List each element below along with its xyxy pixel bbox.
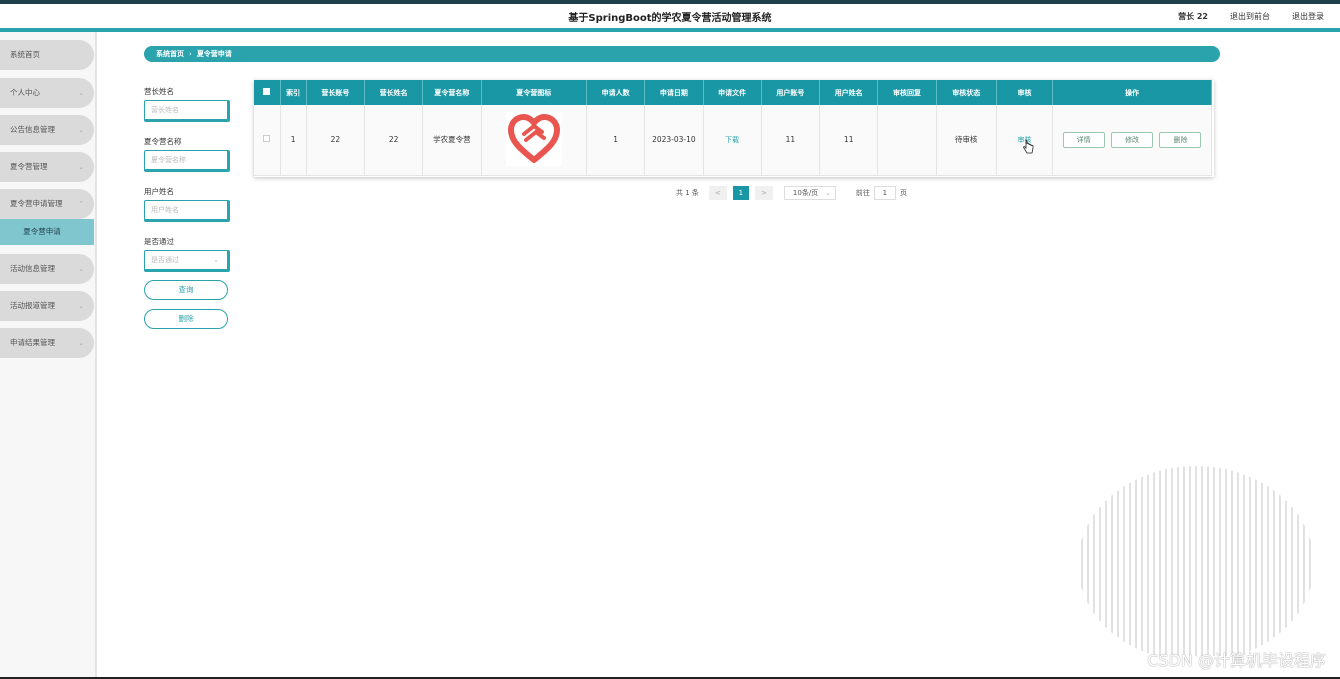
filter-label-passed: 是否通过 [144,237,174,246]
cell-camp-name: 学农夏令营 [422,105,482,176]
cell-user-name: 11 [819,105,879,176]
cell-index: 1 [280,105,307,176]
sidebar: 系统首页 个人中心 ⌄ 公告信息管理 ⌄ 夏令营管理 ⌄ 夏令营申请管理 ⌃ 夏令营申请… [0,32,97,677]
col-leader-name: 营长姓名 [364,80,424,105]
chevron-down-icon: ⌄ [78,89,84,97]
col-index: 索引 [280,80,307,105]
col-audit: 审核 [996,80,1054,105]
camp-name-input[interactable]: 夏令营名称 [144,150,230,172]
sidebar-item-notice[interactable]: 公告信息管理 ⌄ [0,115,94,145]
filter-label-leader-name: 营长姓名 [144,87,174,96]
filter-label-camp-name: 夏令营名称 [144,137,182,146]
pagination: 共 1 条 < 1 > 10条/页 ⌄ 前往 1 页 [676,186,907,200]
cell-leader-name: 22 [364,105,424,176]
passed-select[interactable]: 是否通过 ⌄ [144,250,230,272]
col-user-account: 用户账号 [761,80,821,105]
cell-camp-icon [481,105,588,176]
cell-operations: 详情 修改 删除 [1052,105,1212,176]
col-operations: 操作 [1052,80,1212,105]
chevron-down-icon: ⌄ [78,163,84,171]
page-size-select[interactable]: 10条/页 ⌄ [783,186,836,200]
cell-file: 下载 [703,105,762,176]
current-user: 营长 22 [1178,12,1208,21]
col-applicants: 申请人数 [586,80,646,105]
row-delete-button[interactable]: 删除 [1159,131,1202,148]
col-camp-icon: 夏令营图标 [481,80,588,105]
header-underline [0,28,1340,32]
chevron-up-icon: ⌃ [78,200,84,208]
delete-button[interactable]: 删除 [144,309,228,329]
cell-leader-account: 22 [306,105,365,176]
breadcrumb-home[interactable]: 系统首页 [156,50,184,58]
breadcrumb: 系统首页 › 夏令营申请 [144,46,1220,62]
hand-cursor-icon [1023,140,1034,154]
select-all-checkbox[interactable] [254,80,281,105]
table-row: 1 22 22 学农夏令营 1 2023-03-10 下载 11 11 待审核 … [254,105,1212,176]
goto-page-input[interactable]: 1 [873,186,896,200]
query-button[interactable]: 查询 [144,280,228,300]
sidebar-item-report[interactable]: 活动报道管理 ⌄ [0,291,94,321]
user-name-input[interactable]: 用户姓名 [144,200,230,222]
chevron-down-icon: ⌄ [78,339,84,347]
table-header-row: 索引 营长账号 营长姓名 夏令营名称 夏令营图标 申请人数 申请日期 申请文件 … [254,80,1212,105]
breadcrumb-separator: › [189,50,192,58]
chevron-down-icon: ⌄ [825,189,831,197]
col-apply-date: 申请日期 [644,80,704,105]
chevron-down-icon: ⌄ [213,256,219,264]
col-file: 申请文件 [703,80,762,105]
leader-name-input[interactable]: 营长姓名 [144,100,230,122]
sidebar-item-home[interactable]: 系统首页 [0,40,94,70]
next-page-button[interactable]: > [754,186,773,200]
page-number-button[interactable]: 1 [732,186,749,200]
download-link[interactable]: 下载 [725,136,739,144]
data-table: 索引 营长账号 营长姓名 夏令营名称 夏令营图标 申请人数 申请日期 申请文件 … [254,80,1214,177]
row-checkbox[interactable] [254,105,281,176]
goto-unit: 页 [899,189,907,197]
cell-user-account: 11 [761,105,821,176]
cell-status: 待审核 [936,105,997,176]
sidebar-item-activity[interactable]: 活动信息管理 ⌄ [0,254,94,284]
header: 基于SpringBoot的学农夏令营活动管理系统 营长 22 退出到前台 退出登… [0,4,1340,28]
heart-hands-icon [505,111,562,166]
sidebar-item-camp[interactable]: 夏令营管理 ⌄ [0,152,94,182]
col-status: 审核状态 [936,80,997,105]
col-camp-name: 夏令营名称 [422,80,482,105]
cell-applicants: 1 [586,105,646,176]
filter-label-user-name: 用户姓名 [144,187,174,196]
col-reply: 审核回复 [877,80,937,105]
cell-reply [877,105,937,176]
to-front-link[interactable]: 退出到前台 [1230,11,1270,22]
sidebar-item-camp-apply[interactable]: 夏令营申请管理 ⌃ [0,189,94,219]
breadcrumb-current: 夏令营申请 [196,50,232,58]
logout-link[interactable]: 退出登录 [1292,11,1324,22]
chevron-down-icon: ⌄ [78,126,84,134]
pagination-total: 共 1 条 [676,189,699,197]
prev-page-button[interactable]: < [708,186,727,200]
watermark: CSDN @计算机毕设程序 [1147,651,1326,670]
header-actions: 营长 22 退出到前台 退出登录 [1178,11,1324,22]
sidebar-item-profile[interactable]: 个人中心 ⌄ [0,78,94,108]
sidebar-subitem-camp-apply[interactable]: 夏令营申请 [0,219,94,245]
goto-label: 前往 [855,189,870,197]
col-user-name: 用户姓名 [819,80,879,105]
decorative-striped-circle [1081,466,1311,656]
chevron-down-icon: ⌄ [78,302,84,310]
detail-button[interactable]: 详情 [1062,131,1105,148]
edit-button[interactable]: 修改 [1111,131,1154,148]
cell-apply-date: 2023-03-10 [644,105,704,176]
chevron-down-icon: ⌄ [78,265,84,273]
sidebar-item-result[interactable]: 申请结果管理 ⌄ [0,328,94,358]
app-title: 基于SpringBoot的学农夏令营活动管理系统 [568,13,772,24]
col-leader-account: 营长账号 [306,80,365,105]
